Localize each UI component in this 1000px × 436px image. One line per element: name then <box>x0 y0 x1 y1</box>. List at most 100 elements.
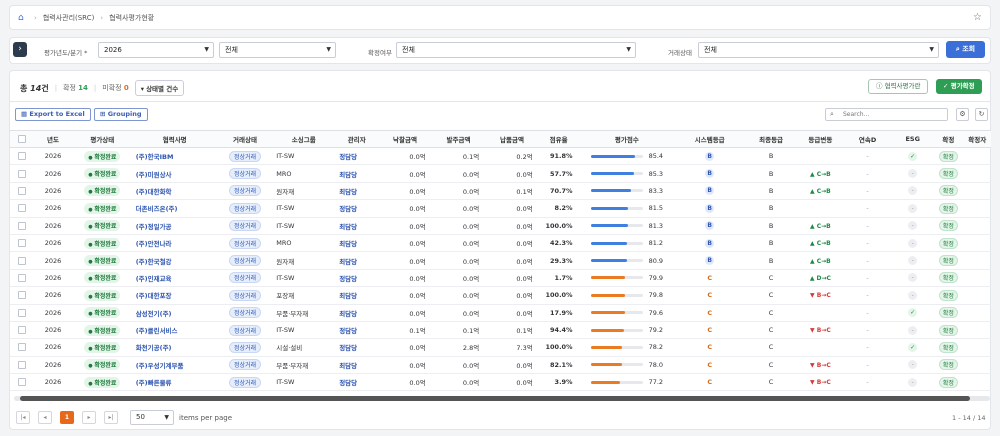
breadcrumb-item[interactable]: 협력사관리(SRC) <box>43 13 95 23</box>
col-header[interactable]: 소싱그룹 <box>272 130 336 148</box>
star-icon[interactable]: ☆ <box>973 12 982 23</box>
row-checkbox[interactable] <box>17 308 26 317</box>
cell-company[interactable]: (주)우성기계부품 <box>131 356 218 375</box>
grade-badge: C <box>707 326 713 335</box>
cell-company[interactable]: (주)클린서비스 <box>131 321 218 340</box>
quarter-select[interactable]: 전체 ▼ <box>219 42 336 58</box>
refresh-icon[interactable]: ↻ <box>975 108 988 121</box>
col-header[interactable]: 연속D <box>842 130 893 148</box>
cell-company[interactable]: 화천기공(주) <box>131 338 218 357</box>
checkbox[interactable] <box>17 135 26 143</box>
cell-company[interactable]: (주)대한화학 <box>131 182 218 201</box>
table-row[interactable]: 2026확정완료(주)대한화학정상거래원자재최담당0.0억0.0억0.1억70.… <box>10 182 991 201</box>
col-header[interactable]: 발주금액 <box>431 130 486 148</box>
table-row[interactable]: 2026확정완료삼성전기(주)정상거래부품·부자재최담당0.0억0.0억0.0억… <box>10 304 991 322</box>
year-select[interactable]: 2026 ▼ <box>98 42 214 58</box>
search-button[interactable]: ⌕ 조회 <box>946 41 985 58</box>
table-row[interactable]: 2026확정완료더존비즈온(주)정상거래IT-SW정담당0.0억0.0억0.0억… <box>10 199 991 218</box>
horizontal-scrollbar[interactable] <box>14 396 990 401</box>
row-checkbox[interactable] <box>17 291 26 300</box>
row-checkbox[interactable] <box>17 186 26 195</box>
cell-company[interactable]: (주)인재교육 <box>131 269 218 288</box>
grid-search-input[interactable]: Search... <box>825 108 948 121</box>
table-row[interactable]: 2026 확정완료 화천기공(주) 정상거래 시설·설비정담당0.0억2.8억7.3억1… <box>10 338 991 357</box>
row-checkbox[interactable] <box>17 239 26 248</box>
table-row[interactable]: 2026확정완료(주)안전나라정상거래MRO최담당0.0억0.0억0.0억42.… <box>10 234 991 253</box>
col-header[interactable]: 년도 <box>33 130 73 148</box>
col-header[interactable]: 시스템등급 <box>675 130 745 148</box>
table-row[interactable]: 2026확정완료(주)미원상사정상거래MRO최담당0.0억0.0억0.0억57.… <box>10 164 991 183</box>
cell-manager: 최담당 <box>335 182 379 201</box>
col-header[interactable]: 확정자 <box>963 130 991 148</box>
table-row[interactable]: 2026확정완료(주)정일가공정상거래IT-SW최담당0.0억0.0억0.0억1… <box>10 217 991 235</box>
col-header[interactable]: 확정 <box>933 130 964 148</box>
guide-button[interactable]: ⓘ 협력사평가란 <box>868 79 929 94</box>
col-header[interactable]: 낙찰금액 <box>378 130 432 148</box>
col-header[interactable]: 최종등급 <box>744 130 798 148</box>
col-header[interactable]: 관리자 <box>335 130 379 148</box>
row-checkbox[interactable] <box>17 378 26 387</box>
col-header[interactable]: 평가점수 <box>578 130 676 148</box>
filter-toggle-button[interactable]: › <box>13 42 27 57</box>
col-header[interactable]: 평가상태 <box>72 130 132 148</box>
home-icon[interactable]: ⌂ <box>18 13 28 23</box>
table-row[interactable]: 2026확정완료(주)인재교육정상거래IT-SW정담당0.0억0.0억0.0억1… <box>10 269 991 288</box>
col-header[interactable]: ESG <box>892 130 934 148</box>
row-checkbox[interactable] <box>17 273 26 282</box>
settings-icon[interactable]: ⚙ <box>956 108 969 121</box>
col-header[interactable]: 등급변동 <box>797 130 843 148</box>
row-checkbox[interactable] <box>17 221 26 230</box>
prev-page-button[interactable]: ◂ <box>38 411 52 424</box>
cell-company[interactable]: (주)한국철강 <box>131 251 218 270</box>
cell-company[interactable]: (주)정일가공 <box>131 217 218 235</box>
per-page-select[interactable]: 50 ▼ <box>130 410 174 425</box>
grade-change-badge: ▼ B→C <box>810 379 831 387</box>
confirm-badge: 확정 <box>938 220 958 232</box>
row-checkbox[interactable] <box>17 204 26 213</box>
table-row[interactable]: 2026 확정완료 (주)한국IBM 정상거래 IT-SW정담당0.0억0.1억0.2억… <box>10 147 991 166</box>
scrollbar-thumb[interactable] <box>20 396 970 401</box>
chevron-down-icon: ▼ <box>929 46 934 53</box>
col-header[interactable]: 협력사명 <box>131 130 218 148</box>
score-bar-fill <box>590 172 635 176</box>
cell-company[interactable]: 더존비즈온(주) <box>131 199 218 218</box>
row-checkbox[interactable] <box>17 326 26 335</box>
cell-grade-change: ▼ B→C <box>797 321 843 340</box>
cell-confirm: 확정 <box>933 286 964 305</box>
cell-system-grade: B <box>675 147 745 166</box>
table-row[interactable]: 2026확정완료(주)클린서비스정상거래IT-SW정담당0.1억0.1억0.1억… <box>10 321 991 340</box>
page-button-current[interactable]: 1 <box>60 411 74 424</box>
row-checkbox[interactable] <box>17 169 26 178</box>
select-all-checkbox[interactable] <box>10 130 34 148</box>
row-checkbox-cell <box>10 373 34 392</box>
cell-company[interactable]: (주)한국IBM <box>131 147 218 166</box>
col-header[interactable]: 점유율 <box>538 130 579 148</box>
cell-company[interactable]: 삼성전기(주) <box>131 304 218 322</box>
col-header[interactable]: 납품금액 <box>485 130 539 148</box>
table-row[interactable]: 2026확정완료(주)빠른물류정상거래IT-SW정담당0.0억0.0억0.0억3… <box>10 373 991 392</box>
cell-company[interactable]: (주)대한포장 <box>131 286 218 305</box>
col-header[interactable]: 거래상태 <box>217 130 273 148</box>
row-checkbox[interactable] <box>17 152 26 161</box>
table-row[interactable]: 2026확정완료(주)우성기계부품정상거래부품·부자재최담당0.0억0.0억0.… <box>10 356 991 375</box>
next-page-button[interactable]: ▸ <box>82 411 96 424</box>
status-count-button[interactable]: ▾ 상태별 건수 <box>134 80 185 96</box>
cell-share: 94.4% <box>538 321 579 340</box>
cell-company[interactable]: (주)안전나라 <box>131 234 218 253</box>
cell-delivery: 0.0억 <box>485 269 539 288</box>
grouping-button[interactable]: ⊞ Grouping <box>94 108 148 121</box>
cell-delivery: 0.0억 <box>485 164 539 183</box>
row-checkbox[interactable] <box>17 360 26 369</box>
cell-company[interactable]: (주)미원상사 <box>131 164 218 183</box>
first-page-button[interactable]: |◂ <box>16 411 30 424</box>
export-excel-button[interactable]: ▦ Export to Excel <box>15 108 91 121</box>
confirm-select[interactable]: 전체 ▼ <box>396 42 636 58</box>
row-checkbox[interactable] <box>17 343 26 352</box>
row-checkbox[interactable] <box>17 256 26 265</box>
table-row[interactable]: 2026확정완료(주)대한포장정상거래포장재최담당0.0억0.0억0.0억100… <box>10 286 991 305</box>
cell-company[interactable]: (주)빠른물류 <box>131 373 218 392</box>
last-page-button[interactable]: ▸| <box>104 411 118 424</box>
table-row[interactable]: 2026확정완료(주)한국철강정상거래원자재최담당0.0억0.0억0.0억29.… <box>10 251 991 270</box>
eval-confirm-button[interactable]: ✓ 평가확정 <box>936 79 982 94</box>
deal-status-select[interactable]: 전체 ▼ <box>698 42 939 58</box>
